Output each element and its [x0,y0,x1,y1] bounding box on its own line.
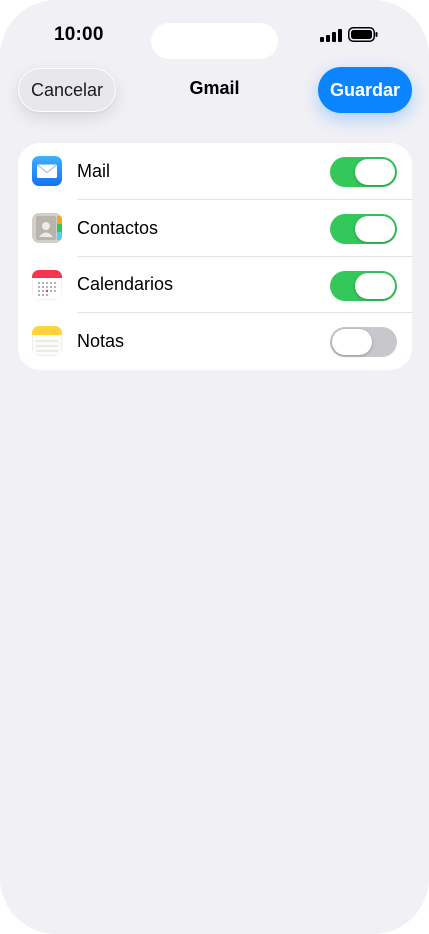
calendars-label: Calendarios [77,274,174,295]
contacts-icon [32,212,62,243]
save-button[interactable]: Guardar [318,67,412,113]
calendar-icon [32,269,62,300]
calendars-toggle[interactable] [330,270,397,301]
notes-label: Notas [77,331,125,352]
dynamic-island [151,23,278,59]
contacts-toggle[interactable] [330,213,397,244]
list-item-calendars: Calendarios [18,257,412,314]
sync-options-list: Mail Contactos Calendarios Notas [18,143,412,370]
status-time: 10:00 [54,24,104,45]
mail-icon [32,156,62,186]
list-item-notes: Notas [18,313,412,370]
notes-toggle[interactable] [330,327,397,358]
battery-icon [348,27,378,42]
phone-screen: 10:00 Cancelar Gmail Guardar Mail Contac… [0,0,429,934]
notes-icon [32,326,62,357]
mail-label: Mail [77,160,111,181]
navigation-bar: Cancelar Gmail Guardar [0,60,429,124]
list-item-contacts: Contactos [18,200,412,257]
cellular-signal-icon [320,29,342,42]
cancel-button[interactable]: Cancelar [18,68,116,112]
mail-toggle[interactable] [330,157,397,187]
list-item-mail: Mail [18,143,412,200]
page-title: Gmail [189,78,240,98]
contacts-label: Contactos [77,217,159,238]
